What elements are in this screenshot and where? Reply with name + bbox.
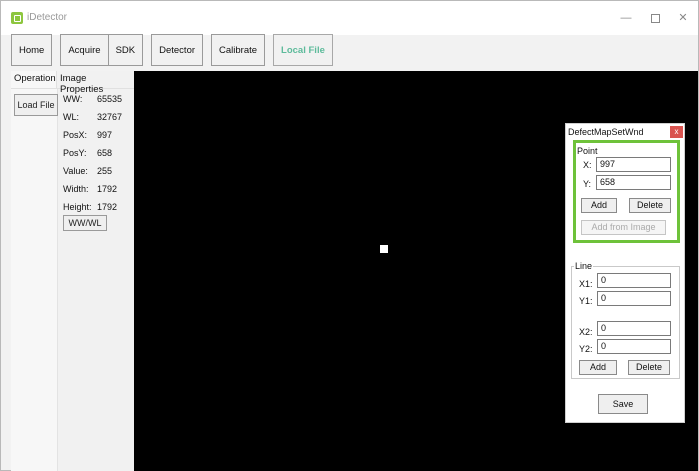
- line-group-label: Line: [574, 261, 594, 271]
- prop-value: 658: [97, 148, 113, 158]
- acquire-group: Acquire SDK: [60, 34, 144, 67]
- close-icon[interactable]: x: [670, 126, 683, 138]
- app-logo-icon: [11, 12, 23, 24]
- detector-button[interactable]: Detector: [151, 34, 204, 66]
- defect-map-window: DefectMapSetWnd x Point X: 997 Y: 658 Ad…: [565, 123, 685, 423]
- prop-label: WL:: [63, 112, 80, 122]
- prop-value: 32767: [97, 112, 123, 122]
- prop-row-ww: WW: 65535: [63, 93, 134, 111]
- line-x1-input[interactable]: 0: [597, 273, 671, 288]
- line-group: Line X1: 0 Y1: 0 X2: 0 Y2: 0 Add Delete: [571, 261, 680, 379]
- tab-image-properties[interactable]: Image Properties: [57, 71, 134, 95]
- tab-operation[interactable]: Operation: [11, 71, 57, 88]
- point-y-input[interactable]: 658: [596, 175, 671, 190]
- load-file-button[interactable]: Load File: [14, 94, 58, 116]
- prop-row-wl: WL: 32767: [63, 111, 134, 129]
- line-add-button[interactable]: Add: [579, 360, 617, 375]
- operation-column: Load File: [11, 89, 58, 471]
- title-bar: iDetector — ✕: [1, 1, 698, 35]
- prop-label: WW:: [63, 94, 83, 104]
- acquire-button[interactable]: Acquire: [60, 34, 108, 66]
- point-group-highlight: Point X: 997 Y: 658 Add Delete Add from …: [573, 140, 680, 243]
- prop-row-posy: PosY: 658: [63, 147, 134, 165]
- local-file-button[interactable]: Local File: [273, 34, 333, 66]
- prop-label: Width:: [63, 184, 89, 194]
- minimize-icon[interactable]: —: [613, 9, 639, 27]
- line-x2-label: X2:: [579, 327, 593, 337]
- save-button[interactable]: Save: [598, 394, 648, 414]
- point-y-label: Y:: [583, 179, 592, 189]
- maximize-icon[interactable]: [642, 9, 668, 27]
- prop-row-width: Width: 1792: [63, 183, 134, 201]
- image-properties: WW: 65535 WL: 32767 PosX: 997 PosY: 658 …: [63, 93, 134, 219]
- prop-row-posx: PosX: 997: [63, 129, 134, 147]
- left-panel: Operation Image Properties Load File WW:…: [11, 71, 134, 471]
- left-tabs: Operation Image Properties: [11, 71, 134, 95]
- add-from-image-button[interactable]: Add from Image: [581, 220, 666, 235]
- line-x2-input[interactable]: 0: [597, 321, 671, 336]
- close-icon[interactable]: ✕: [670, 9, 696, 27]
- prop-value: 255: [97, 166, 113, 176]
- home-button[interactable]: Home: [11, 34, 53, 66]
- line-delete-button[interactable]: Delete: [628, 360, 670, 375]
- line-y1-label: Y1:: [579, 296, 593, 306]
- defect-map-title: DefectMapSetWnd: [568, 127, 644, 137]
- prop-label: PosY:: [63, 148, 87, 158]
- line-x1-label: X1:: [579, 279, 593, 289]
- app-window: iDetector — ✕ Home Acquire SDK Detector …: [0, 0, 699, 471]
- prop-value: 1792: [97, 184, 118, 194]
- app-title: iDetector: [27, 12, 68, 23]
- prop-label: PosX:: [63, 130, 88, 140]
- point-x-input[interactable]: 997: [596, 157, 671, 172]
- point-add-button[interactable]: Add: [581, 198, 617, 213]
- prop-row-value: Value: 255: [63, 165, 134, 183]
- prop-value: 997: [97, 130, 113, 140]
- point-x-label: X:: [583, 160, 592, 170]
- prop-value: 65535: [97, 94, 123, 104]
- ww-wl-button[interactable]: WW/WL: [63, 215, 107, 231]
- point-delete-button[interactable]: Delete: [629, 198, 671, 213]
- calibrate-button[interactable]: Calibrate: [211, 34, 266, 66]
- line-y1-input[interactable]: 0: [597, 291, 671, 306]
- defect-point-marker: [380, 245, 388, 253]
- point-group-label: Point: [576, 146, 599, 156]
- line-y2-label: Y2:: [579, 344, 593, 354]
- sdk-button[interactable]: SDK: [107, 34, 144, 66]
- line-y2-input[interactable]: 0: [597, 339, 671, 354]
- prop-label: Value:: [63, 166, 88, 176]
- main-toolbar: Home Acquire SDK Detector Calibrate Loca…: [11, 34, 333, 67]
